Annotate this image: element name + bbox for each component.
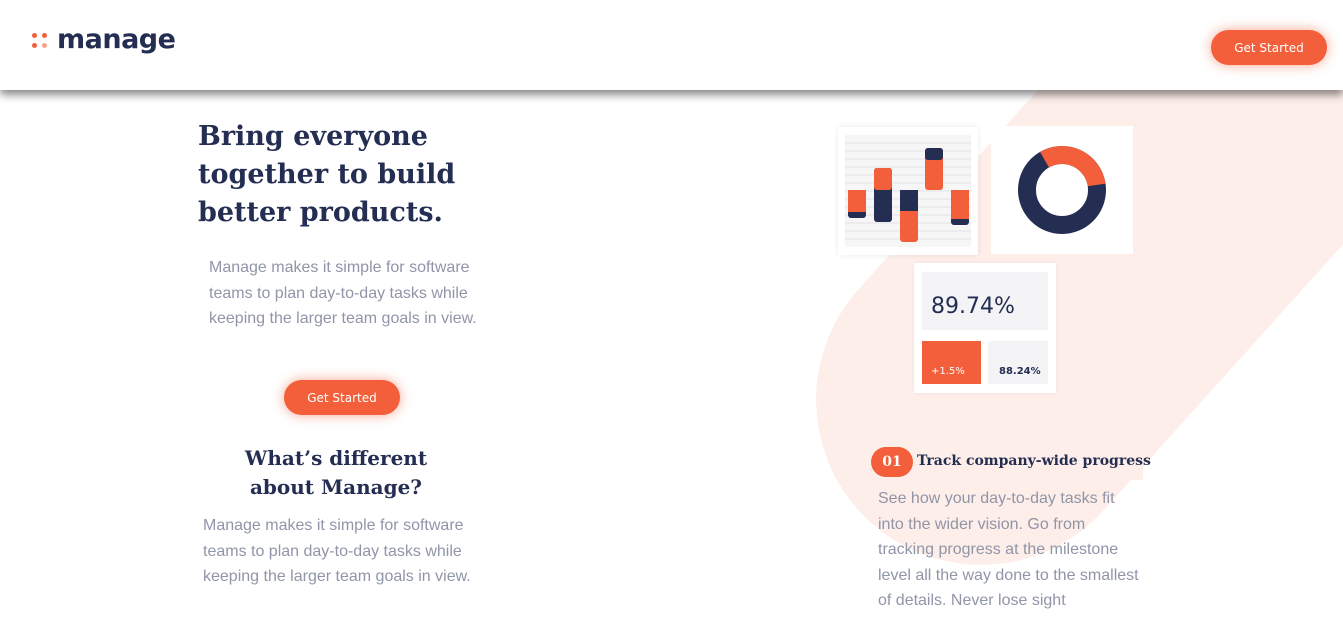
difference-title: What’s different about Manage?	[244, 446, 428, 499]
site-header: manage Get Started	[0, 0, 1343, 90]
stat-change-value: +1.5%	[931, 366, 965, 377]
hero-title: Bring everyone together to build better …	[198, 121, 456, 228]
hero-description: Manage makes it simple for software team…	[209, 259, 477, 327]
stat-main-box: 89.74%	[922, 272, 1048, 330]
feature-heading: 01 Track company-wide progress	[871, 444, 1151, 480]
bar-chart-card	[838, 127, 978, 255]
stat-change-box: +1.5%	[922, 341, 981, 384]
hero-get-started-button[interactable]: Get Started	[284, 380, 400, 415]
difference-description: Manage makes it simple for software team…	[203, 517, 471, 585]
donut-chart-card	[991, 126, 1133, 254]
feature-description: See how your day-to-day tasks fit into t…	[878, 490, 1139, 609]
logo[interactable]: manage	[32, 24, 176, 55]
stat-secondary-box: 88.24%	[988, 341, 1048, 384]
logo-dots-icon	[32, 33, 48, 49]
stat-main-value: 89.74%	[931, 294, 1015, 319]
feature-title: Track company-wide progress	[917, 453, 1151, 469]
header-get-started-button[interactable]: Get Started	[1211, 30, 1327, 65]
stat-secondary-value: 88.24%	[999, 366, 1041, 377]
feature-number-badge: 01	[871, 447, 913, 477]
bar-chart-illustration	[845, 135, 971, 247]
donut-chart-illustration	[1018, 146, 1106, 234]
logo-text: manage	[57, 24, 176, 55]
stats-card: 89.74% +1.5% 88.24%	[914, 263, 1056, 393]
